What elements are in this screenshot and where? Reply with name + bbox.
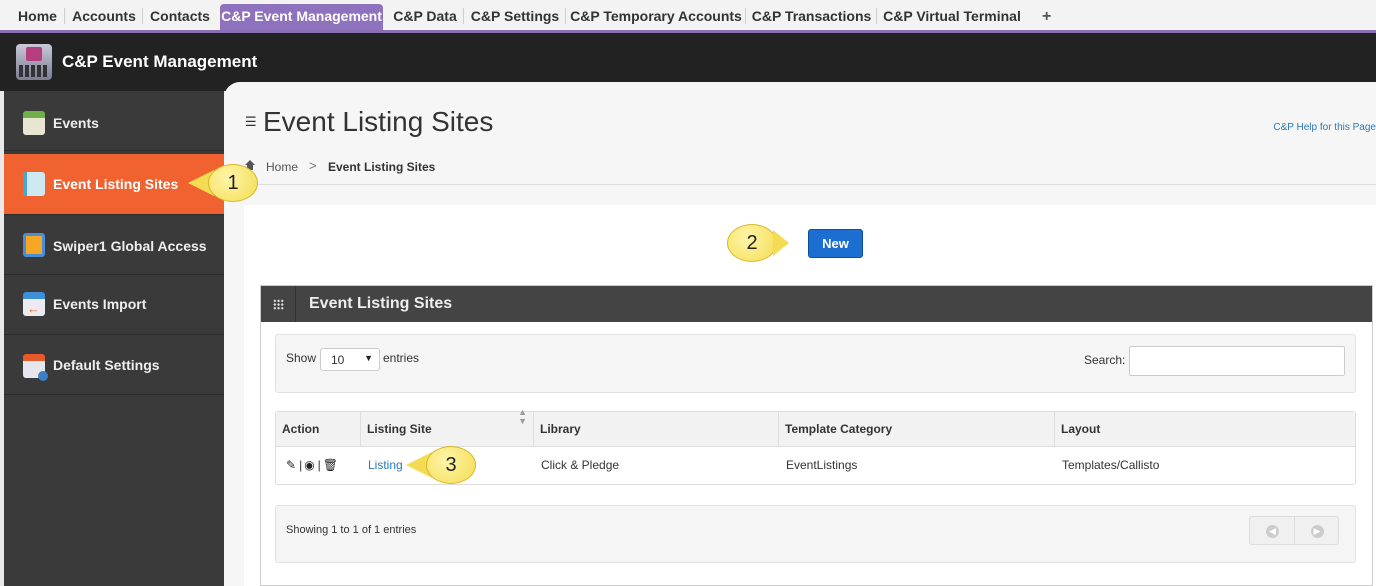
breadcrumb-current: Event Listing Sites [328, 160, 436, 174]
sidebar-item-label: Swiper1 Global Access [53, 238, 207, 254]
tab-cp-transactions[interactable]: C&P Transactions [746, 4, 877, 30]
column-header-listing-site[interactable]: Listing Site ▲ ▼ [361, 408, 534, 447]
next-page-button[interactable]: ▶ [1294, 517, 1339, 544]
page-header: ☰ Event Listing Sites C&P Help for this … [224, 82, 1376, 185]
callout-number: 2 [727, 224, 777, 262]
sidebar-item-events-import[interactable]: Events Import [4, 275, 224, 335]
layout-cell: Templates/Callisto [1062, 458, 1160, 472]
column-header-library[interactable]: Library [534, 412, 779, 447]
tab-accounts[interactable]: Accounts [65, 4, 143, 30]
sidebar-item-events[interactable]: Events [4, 91, 224, 151]
tab-cp-settings[interactable]: C&P Settings [464, 4, 566, 30]
action-cell: ✎ | ◉ | 🗑 [280, 447, 361, 484]
edit-icon[interactable]: ✎ [286, 447, 296, 484]
previous-page-button[interactable]: ◀ [1250, 517, 1295, 544]
document-icon [23, 172, 45, 196]
callout-3: 3 [406, 446, 476, 484]
grid-icon [273, 299, 284, 310]
entries-label: entries [383, 351, 420, 365]
import-icon [23, 292, 45, 316]
content-area: New Event Listing Sites Show 10 ▼ entrie… [244, 205, 1376, 586]
page-title: Event Listing Sites [263, 106, 494, 137]
column-header-layout[interactable]: Layout [1055, 412, 1355, 447]
callout-number: 3 [426, 446, 476, 484]
add-tab-icon[interactable]: + [1042, 8, 1051, 26]
view-icon[interactable]: ◉ [304, 447, 314, 484]
listing-sites-widget: Event Listing Sites Show 10 ▼ entries Se… [260, 285, 1373, 586]
table-info: Showing 1 to 1 of 1 entries [286, 524, 417, 536]
app-title: C&P Event Management [62, 52, 258, 71]
widget-title: Event Listing Sites [309, 295, 453, 312]
show-label: Show [286, 351, 317, 365]
callout-2: 2 [727, 224, 797, 262]
column-header-action[interactable]: Action [276, 412, 361, 447]
tab-cp-virtual-terminal[interactable]: C&P Virtual Terminal [877, 4, 1027, 30]
search-label: Search: [1084, 353, 1126, 367]
arrow-left-icon: ◀ [1266, 525, 1279, 538]
tab-contacts[interactable]: Contacts [143, 4, 217, 30]
breadcrumb-separator: > [309, 158, 317, 173]
tab-cp-event-management[interactable]: C&P Event Management [220, 4, 383, 30]
sidebar-item-label: Default Settings [53, 357, 160, 373]
widget-header: Event Listing Sites [261, 286, 1372, 322]
new-button[interactable]: New [808, 229, 863, 258]
tab-cp-temporary-accounts[interactable]: C&P Temporary Accounts [566, 4, 746, 30]
settings-icon [23, 354, 48, 381]
swiper-icon [23, 233, 45, 257]
help-link[interactable]: C&P Help for this Page [1273, 122, 1376, 133]
pagination: ◀ ▶ [1249, 516, 1339, 545]
sort-icon: ▲ ▼ [518, 407, 527, 426]
template-category-cell: EventListings [786, 458, 858, 472]
main-panel: ☰ Event Listing Sites C&P Help for this … [224, 82, 1376, 586]
search-input[interactable] [1129, 346, 1345, 376]
page-length-select[interactable]: 10 ▼ [320, 348, 380, 371]
column-header-template-category[interactable]: Template Category [779, 412, 1055, 447]
listing-site-link[interactable]: Listing [368, 458, 403, 472]
sidebar-item-label: Events Import [53, 296, 147, 312]
callout-1: 1 [188, 164, 258, 202]
sidebar-item-swiper1-global-access[interactable]: Swiper1 Global Access [4, 215, 224, 275]
app-logo-icon [16, 44, 52, 80]
table-toolbar: Show 10 ▼ entries Search: [275, 334, 1356, 393]
callout-number: 1 [208, 164, 258, 202]
list-icon: ☰ [245, 114, 257, 129]
sidebar-item-default-settings[interactable]: Default Settings [4, 335, 224, 395]
chevron-down-icon: ▼ [364, 353, 373, 363]
table-footer: Showing 1 to 1 of 1 entries ◀ ▶ [275, 505, 1356, 563]
column-header-label: Listing Site [367, 422, 432, 436]
page-length-value: 10 [331, 353, 345, 367]
sidebar-item-label: Event Listing Sites [53, 176, 179, 192]
sidebar: Events Event Listing Sites Swiper1 Globa… [4, 91, 224, 586]
sidebar-item-label: Events [53, 115, 99, 131]
trash-icon[interactable]: 🗑 [323, 447, 338, 484]
tab-home[interactable]: Home [10, 4, 65, 30]
table-header: Action Listing Site ▲ ▼ Library Template … [276, 408, 1355, 447]
calendar-icon [23, 111, 45, 135]
top-tab-bar: Home Accounts Contacts C&P Event Managem… [0, 0, 1376, 33]
tab-cp-data[interactable]: C&P Data [386, 4, 464, 30]
arrow-right-icon: ▶ [1310, 525, 1324, 538]
breadcrumb-home[interactable]: Home [266, 160, 298, 174]
library-cell: Click & Pledge [541, 458, 620, 472]
